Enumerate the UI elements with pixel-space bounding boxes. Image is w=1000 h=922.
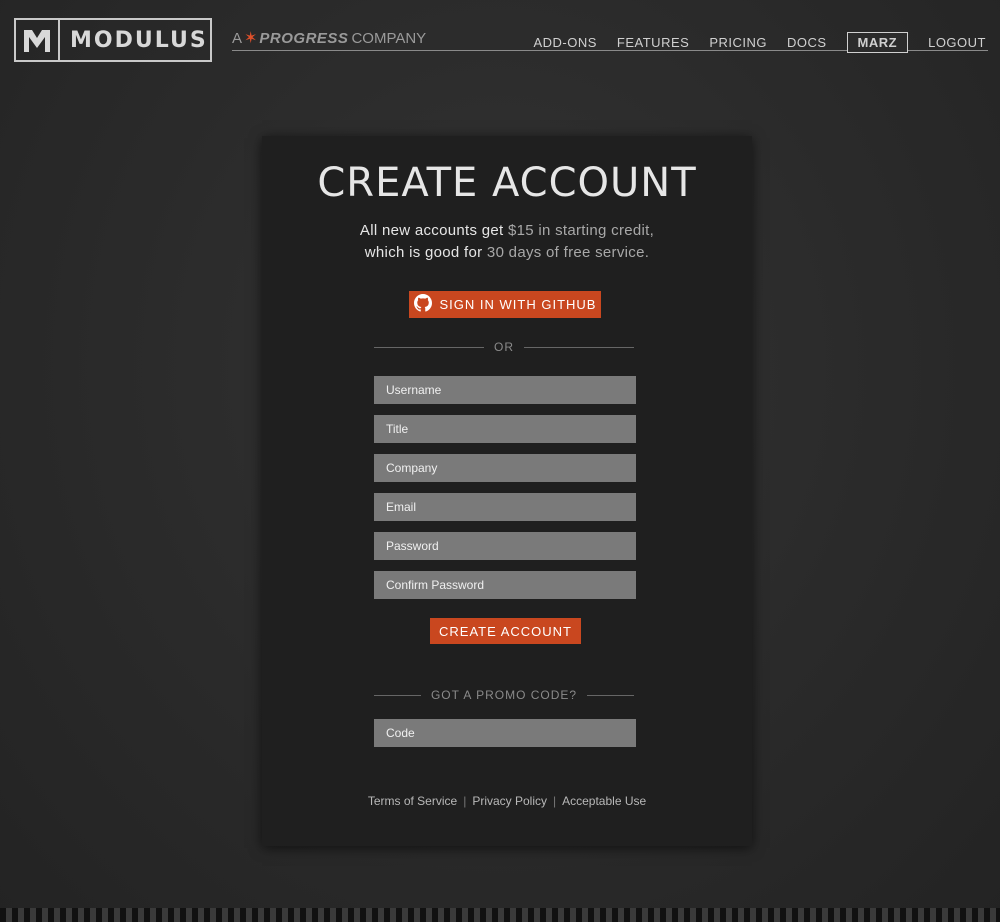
link-separator: |: [463, 794, 467, 808]
intro-line-1-lead: All new accounts get: [359, 222, 508, 239]
modulus-logo[interactable]: MODULUS: [14, 18, 212, 62]
divider-line: [524, 346, 634, 348]
torn-bottom-edge: [0, 908, 1000, 922]
acceptable-use-link[interactable]: Acceptable Use: [562, 794, 646, 808]
email-field[interactable]: [374, 493, 636, 521]
progress-tagline: A ✶ PROGRESS COMPANY: [232, 28, 426, 48]
tagline-brand: PROGRESS: [259, 29, 349, 47]
page-title: CREATE ACCOUNT: [317, 160, 697, 206]
promo-code-field[interactable]: [374, 719, 636, 747]
modulus-m-icon: [16, 20, 60, 60]
intro-line-1-credit: $15 in starting credit,: [507, 222, 655, 239]
privacy-link[interactable]: Privacy Policy: [472, 794, 547, 808]
intro-line-1: All new accounts get $15 in starting cre…: [262, 220, 752, 242]
or-divider: OR: [374, 340, 634, 354]
tagline-suffix: COMPANY: [351, 29, 427, 47]
nav-features[interactable]: FEATURES: [617, 35, 689, 50]
intro-text: All new accounts get $15 in starting cre…: [262, 220, 752, 264]
top-nav: ADD-ONS FEATURES PRICING DOCS MARZ LOGOU…: [513, 32, 986, 53]
password-field[interactable]: [374, 532, 636, 560]
or-label: OR: [494, 340, 514, 354]
nav-pricing[interactable]: PRICING: [709, 35, 767, 50]
divider-line: [374, 346, 484, 348]
divider-line: [587, 694, 635, 696]
intro-line-2-days: 30 days of free service.: [486, 244, 650, 261]
nav-logout[interactable]: LOGOUT: [928, 35, 986, 50]
github-icon: [413, 294, 440, 315]
create-account-card: CREATE ACCOUNT All new accounts get $15 …: [262, 136, 752, 846]
confirm-password-field[interactable]: [374, 571, 636, 599]
promo-label: GOT A PROMO CODE?: [430, 688, 578, 702]
intro-line-2-lead: which is good for: [364, 244, 487, 261]
title-field[interactable]: [374, 415, 636, 443]
footer-links: Terms of Service | Privacy Policy | Acceptab…: [262, 794, 752, 808]
create-account-button[interactable]: CREATE ACCOUNT: [430, 618, 581, 644]
progress-star-icon: ✶: [244, 30, 258, 47]
promo-divider: GOT A PROMO CODE?: [374, 688, 635, 702]
divider-line: [374, 694, 421, 696]
github-signin-button[interactable]: SIGN IN WITH GITHUB: [409, 291, 601, 318]
tagline-prefix: A: [232, 29, 243, 47]
intro-line-2: which is good for 30 days of free servic…: [262, 242, 752, 264]
nav-user-account[interactable]: MARZ: [846, 32, 909, 53]
github-button-label: SIGN IN WITH GITHUB: [439, 297, 597, 312]
username-field[interactable]: [374, 376, 636, 404]
terms-link[interactable]: Terms of Service: [368, 794, 457, 808]
nav-addons[interactable]: ADD-ONS: [533, 35, 596, 50]
link-separator: |: [553, 794, 557, 808]
nav-docs[interactable]: DOCS: [787, 35, 827, 50]
company-field[interactable]: [374, 454, 636, 482]
logo-text: MODULUS: [70, 27, 208, 53]
